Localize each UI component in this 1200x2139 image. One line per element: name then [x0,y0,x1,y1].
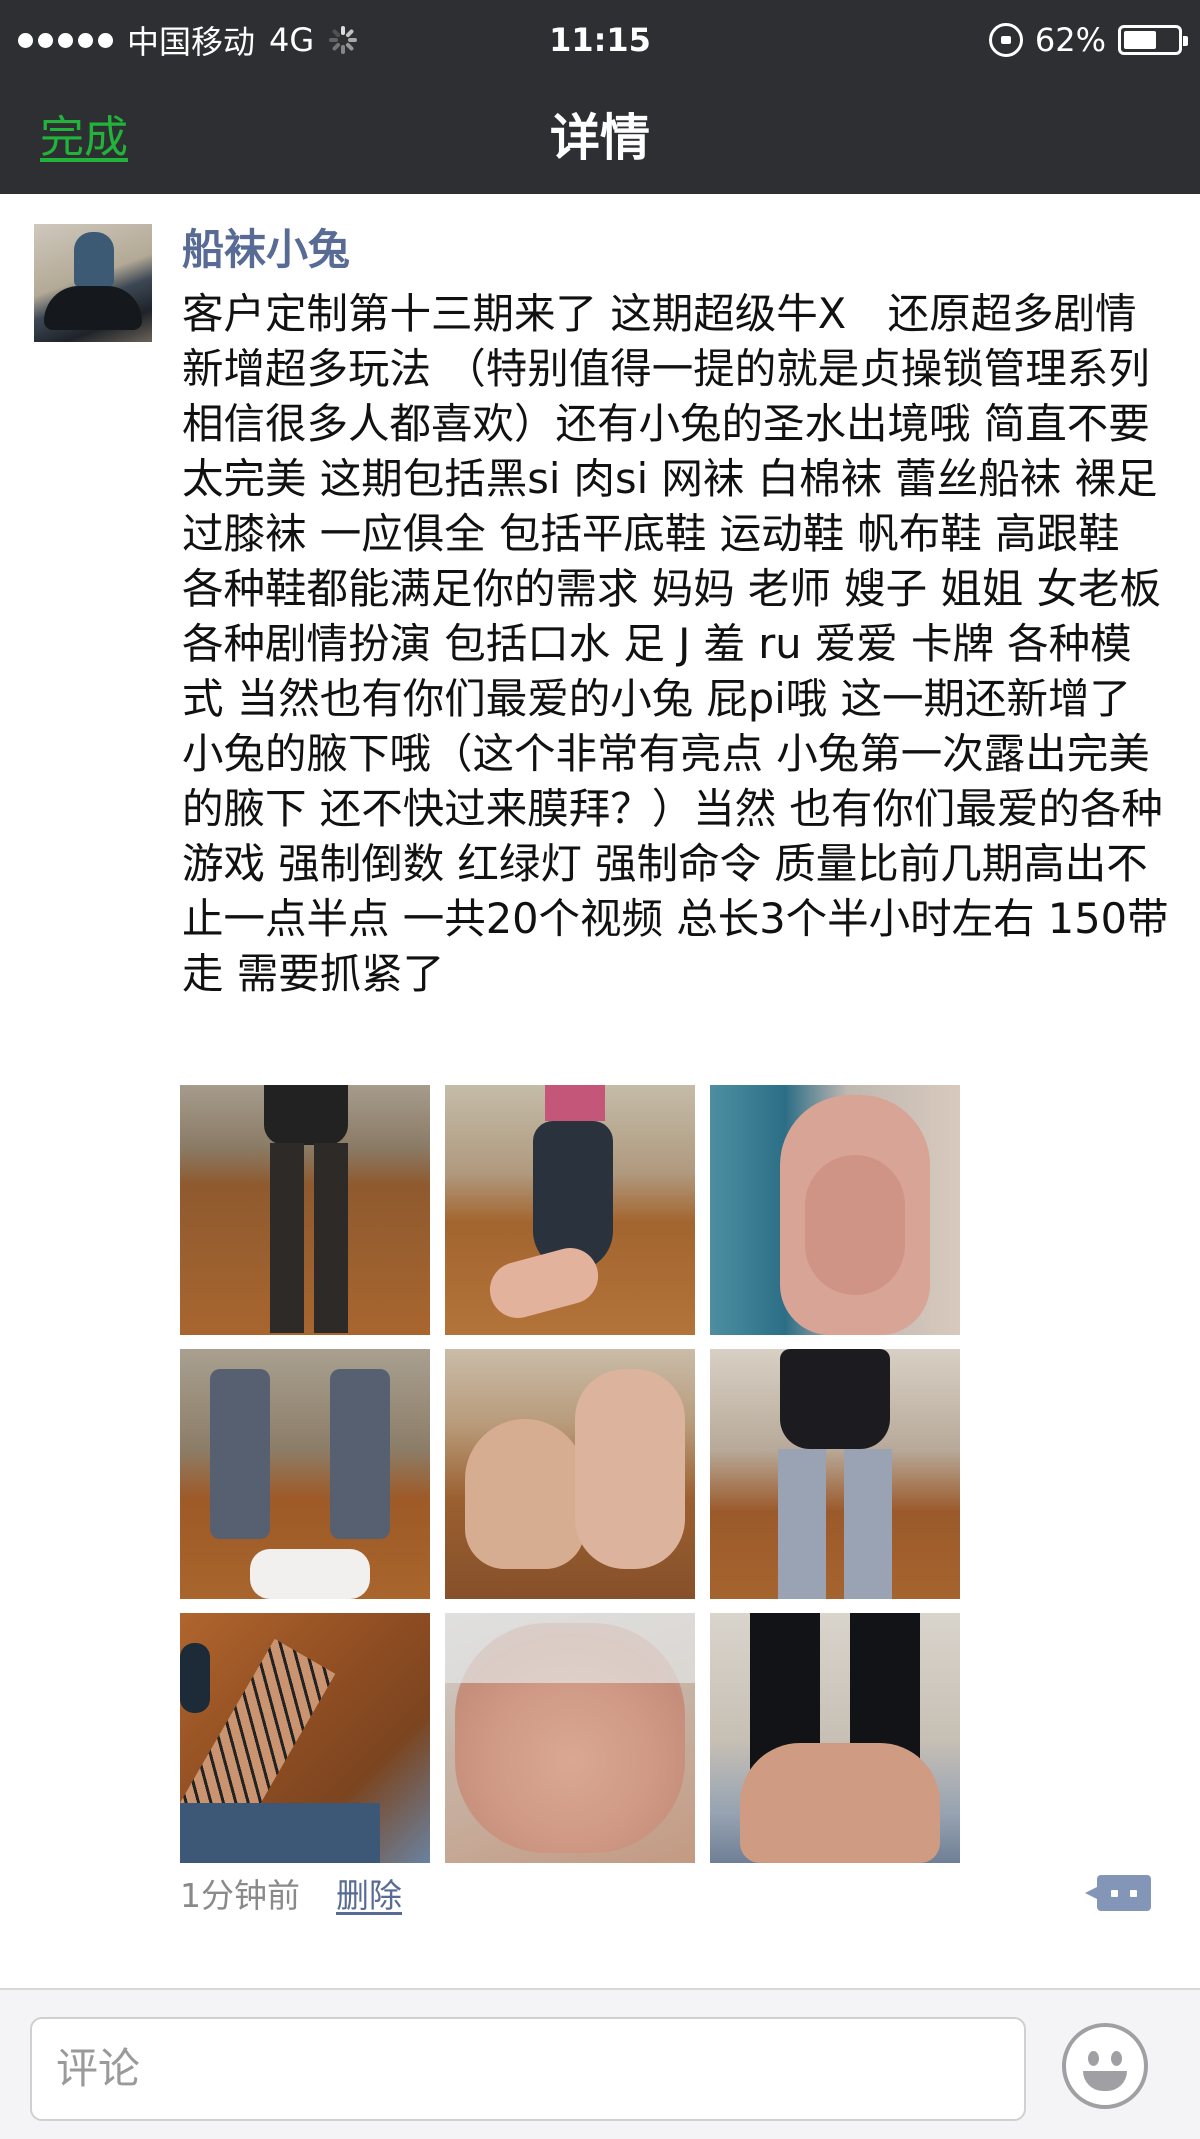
page-title: 详情 [550,109,650,167]
post-photo-1[interactable] [180,1085,430,1335]
battery-percent: 62% [1034,21,1106,59]
post-meta: 1分钟前 删除 [180,1868,402,1918]
avatar[interactable] [34,224,152,342]
emoji-icon[interactable] [1062,2023,1148,2109]
post-photo-2[interactable] [445,1085,695,1335]
post-photo-4[interactable] [180,1349,430,1599]
moment-post: 船袜小兔 客户定制第十三期来了 这期超级牛X 还原超多剧情 新增超多玩法 （特别… [0,194,1200,1984]
post-text: 客户定制第十三期来了 这期超级牛X 还原超多剧情 新增超多玩法 （特别值得一提的… [182,289,1175,998]
post-photo-5[interactable] [445,1349,695,1599]
delete-link[interactable]: 删除 [336,1869,402,1917]
status-bar: 中国移动 4G 11:15 62% [0,0,1200,82]
nav-bar: 完成 详情 [0,82,1200,194]
rotation-lock-icon [988,23,1023,57]
post-time: 1分钟前 [180,1876,300,1915]
comment-icon[interactable] [1085,1875,1151,1911]
post-photo-6[interactable] [710,1349,960,1599]
post-photo-7[interactable] [180,1613,430,1863]
post-photo-8[interactable] [445,1613,695,1863]
author-name[interactable]: 船袜小兔 [182,222,350,278]
photo-grid [180,1085,960,1863]
battery-icon [1118,25,1188,55]
post-photo-3[interactable] [710,1085,960,1335]
post-photo-9[interactable] [710,1613,960,1863]
comment-bar: 评论 [0,1988,1200,2139]
comment-input[interactable]: 评论 [30,2017,1026,2121]
